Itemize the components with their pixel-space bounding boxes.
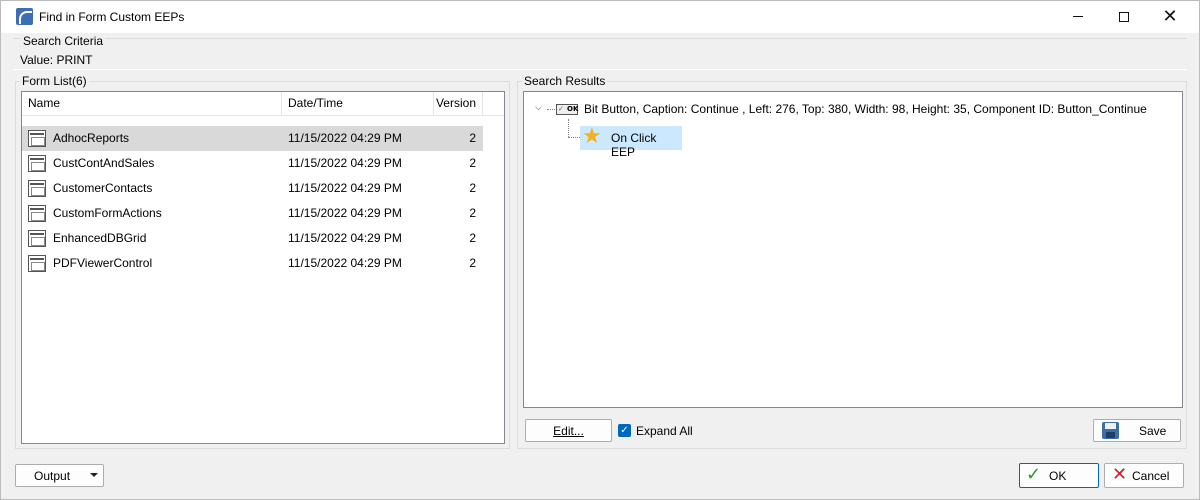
table-row[interactable]: CustContAndSales 11/15/2022 04:29 PM 2 <box>22 151 483 176</box>
list-header: Name Date/Time Version <box>22 92 504 116</box>
maximize-button[interactable] <box>1101 1 1147 32</box>
minimize-button[interactable] <box>1055 1 1101 32</box>
search-results-group: Search Results ⌵ ✓ OK Bit Button, Caption… <box>517 74 1187 449</box>
close-button[interactable]: ✕ <box>1147 1 1193 32</box>
window-title: Find in Form Custom EEPs <box>39 10 185 24</box>
expand-all-checkbox[interactable]: ✓ <box>618 424 631 437</box>
row-version: 2 <box>469 181 476 195</box>
maximize-icon <box>1119 11 1129 22</box>
list-rows: AdhocReports 11/15/2022 04:29 PM 2 CustC… <box>22 126 504 276</box>
row-name: CustContAndSales <box>53 156 155 170</box>
table-row[interactable]: AdhocReports 11/15/2022 04:29 PM 2 <box>22 126 483 151</box>
row-name: PDFViewerControl <box>53 256 153 270</box>
chevron-down-icon[interactable]: ⌵ <box>535 103 542 113</box>
form-list-title: Form List(6) <box>20 74 89 88</box>
cancel-x-icon: ✕ <box>1112 464 1128 485</box>
search-results-tree[interactable]: ⌵ ✓ OK Bit Button, Caption: Continue , Le… <box>523 91 1183 408</box>
output-button[interactable]: Output <box>15 464 104 487</box>
row-version: 2 <box>469 131 476 145</box>
ok-button-label: OK <box>1049 469 1067 483</box>
row-name: EnhancedDBGrid <box>53 231 147 245</box>
save-button-label: Save <box>1139 424 1167 438</box>
table-row[interactable]: CustomerContacts 11/15/2022 04:29 PM 2 <box>22 176 483 201</box>
row-datetime: 11/15/2022 04:29 PM <box>288 231 402 245</box>
row-name: CustomerContacts <box>53 181 153 195</box>
row-name: CustomFormActions <box>53 206 162 220</box>
title-bar[interactable]: Find in Form Custom EEPs ✕ <box>1 1 1199 33</box>
minimize-icon <box>1073 16 1083 17</box>
save-button[interactable]: Save <box>1093 419 1181 442</box>
save-icon <box>1102 422 1119 439</box>
row-version: 2 <box>469 231 476 245</box>
row-datetime: 11/15/2022 04:29 PM <box>288 131 402 145</box>
form-list-view[interactable]: Name Date/Time Version AdhocReports 11/1… <box>21 91 505 444</box>
app-icon <box>16 8 33 25</box>
row-name: AdhocReports <box>53 131 130 145</box>
form-icon <box>28 155 46 172</box>
column-header-name[interactable]: Name <box>22 92 282 116</box>
tree-node-on-click-eep[interactable]: ★ On Click EEP <box>580 124 682 159</box>
tree-node-label: On Click EEP <box>611 131 657 159</box>
row-version: 2 <box>469 256 476 270</box>
table-row[interactable]: PDFViewerControl 11/15/2022 04:29 PM 2 <box>22 251 483 276</box>
tree-connector <box>568 119 569 137</box>
tree-connector <box>547 109 555 110</box>
row-datetime: 11/15/2022 04:29 PM <box>288 206 402 220</box>
close-icon: ✕ <box>1162 5 1178 27</box>
form-list-group: Form List(6) Name Date/Time Version Adho… <box>15 74 510 449</box>
form-icon <box>28 180 46 197</box>
dialog-window: Find in Form Custom EEPs ✕ Search Criter… <box>0 0 1200 500</box>
dropdown-arrow-icon <box>90 473 98 477</box>
row-datetime: 11/15/2022 04:29 PM <box>288 181 402 195</box>
table-row[interactable]: EnhancedDBGrid 11/15/2022 04:29 PM 2 <box>22 226 483 251</box>
search-criteria-title: Search Criteria <box>21 34 106 48</box>
column-header-datetime[interactable]: Date/Time <box>282 92 434 116</box>
edit-button[interactable]: Edit... <box>525 419 612 442</box>
output-button-label: Output <box>34 468 71 483</box>
ok-button[interactable]: ✓ OK <box>1019 463 1099 488</box>
row-datetime: 11/15/2022 04:29 PM <box>288 156 402 170</box>
table-row[interactable]: CustomFormActions 11/15/2022 04:29 PM 2 <box>22 201 483 226</box>
form-icon <box>28 205 46 222</box>
search-criteria-panel: Search Criteria Value: PRINT <box>13 34 1187 70</box>
tree-node-bit-button[interactable]: Bit Button, Caption: Continue , Left: 27… <box>584 102 1147 116</box>
form-icon <box>28 230 46 247</box>
edit-button-label: Edit... <box>553 423 584 438</box>
cancel-button[interactable]: ✕ Cancel <box>1104 463 1184 488</box>
column-header-version[interactable]: Version <box>434 92 483 116</box>
form-icon <box>28 130 46 147</box>
search-results-title: Search Results <box>522 74 608 88</box>
search-criteria-value: Value: PRINT <box>20 53 93 67</box>
tree-connector <box>568 137 580 138</box>
expand-all-label[interactable]: Expand All <box>636 424 693 438</box>
row-version: 2 <box>469 206 476 220</box>
cancel-button-label: Cancel <box>1132 469 1170 483</box>
star-icon: ★ <box>582 124 602 149</box>
row-datetime: 11/15/2022 04:29 PM <box>288 256 402 270</box>
bit-button-icon: ✓ OK <box>556 104 579 115</box>
row-version: 2 <box>469 156 476 170</box>
checkmark-icon: ✓ <box>1026 464 1042 485</box>
form-icon <box>28 255 46 272</box>
